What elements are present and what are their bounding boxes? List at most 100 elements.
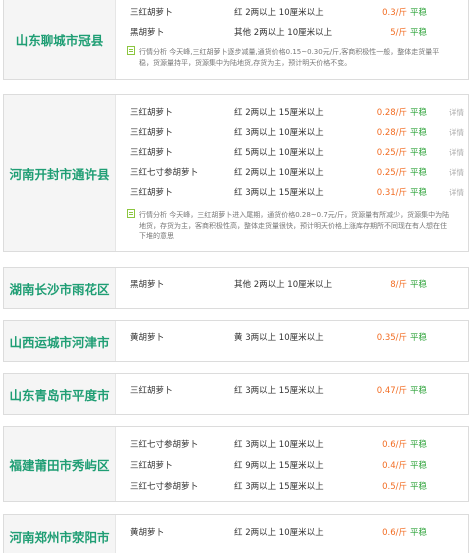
price-row: 黑胡萝卜 其他 2两以上 10厘米以上 8/斤 平稳 — [116, 273, 468, 293]
market-card: 山东青岛市平度市 三红胡萝卜 红 3两以上 15厘米以上 0.47/斤 平稳 — [3, 373, 469, 415]
price-value: 8/斤 — [390, 280, 407, 290]
variety-name: 三红七寸参胡萝卜 — [130, 440, 199, 450]
price-row: 黄胡萝卜 红 2两以上 10厘米以上 0.6/斤 平稳 — [116, 521, 468, 541]
region-name-cell: 河南郑州市荥阳市 — [4, 515, 116, 553]
note-line: 地货，存货为主，客商积极性高，整体走货量很快，预计明天价格上涨库存期所不同现在有… — [139, 221, 447, 230]
trend-label: 平稳 — [410, 28, 428, 38]
market-card: 河南开封市通许县 三红胡萝卜 红 2两以上 15厘米以上 0.28/斤 平稳 详… — [3, 94, 469, 252]
price-value: 0.35/斤 — [376, 333, 407, 343]
trend-label: 平稳 — [410, 386, 428, 396]
price-row: 三红胡萝卜 红 2两以上 10厘米以上 0.3/斤 平稳 — [116, 1, 468, 21]
price-value: 0.25/斤 — [376, 168, 407, 178]
region-link[interactable]: 湖南长沙市雨花区 — [9, 279, 109, 298]
spec-text: 红 2两以上 10厘米以上 — [234, 8, 324, 18]
spec-text: 红 3两以上 10厘米以上 — [234, 440, 324, 450]
variety-name: 三红胡萝卜 — [130, 188, 173, 198]
trend-label: 平稳 — [410, 461, 428, 471]
variety-name: 三红胡萝卜 — [130, 8, 173, 18]
region-link[interactable]: 山东青岛市平度市 — [9, 385, 109, 404]
price-row: 三红七寸参胡萝卜 红 3两以上 15厘米以上 0.5/斤 平稳 — [116, 475, 468, 495]
price-value: 0.3/斤 — [382, 8, 407, 18]
note-line: 下堆的意思 — [139, 232, 174, 240]
region-name-cell: 山东聊城市冠县 — [4, 0, 116, 79]
region-link[interactable]: 河南郑州市荥阳市 — [9, 527, 109, 546]
market-card: 河南郑州市荥阳市 黄胡萝卜 红 2两以上 10厘米以上 0.6/斤 平稳 — [3, 514, 469, 553]
price-value: 0.47/斤 — [376, 386, 407, 396]
spec-text: 红 3两以上 15厘米以上 — [234, 482, 324, 492]
region-link[interactable]: 山西运城市河津市 — [9, 332, 109, 351]
region-name-cell: 山西运城市河津市 — [4, 321, 116, 361]
market-analysis-note: 行情分析 今天峰，三红胡萝卜进入尾期，通货价格0.28~0.7元/斤，货源量有所… — [127, 209, 458, 242]
price-row: 三红胡萝卜 红 5两以上 10厘米以上 0.25/斤 平稳 详情 — [116, 141, 468, 161]
region-link[interactable]: 福建莆田市秀屿区 — [9, 455, 109, 474]
variety-name: 三红胡萝卜 — [130, 461, 173, 471]
note-icon — [127, 209, 135, 218]
price-row: 黑胡萝卜 其他 2两以上 10厘米以上 5/斤 平稳 — [116, 21, 468, 41]
variety-name: 三红胡萝卜 — [130, 386, 173, 396]
detail-link[interactable]: 详情 — [449, 167, 464, 178]
variety-name: 三红七寸参胡萝卜 — [130, 482, 199, 492]
price-row: 三红胡萝卜 红 2两以上 15厘米以上 0.28/斤 平稳 详情 — [116, 101, 468, 121]
price-row: 黄胡萝卜 黄 3两以上 10厘米以上 0.35/斤 平稳 — [116, 326, 468, 346]
variety-name: 三红胡萝卜 — [130, 108, 173, 118]
price-value: 0.4/斤 — [382, 461, 407, 471]
trend-label: 平稳 — [410, 128, 428, 138]
detail-link[interactable]: 详情 — [449, 187, 464, 198]
detail-link[interactable]: 详情 — [449, 107, 464, 118]
market-card: 山东聊城市冠县 三红胡萝卜 红 2两以上 10厘米以上 0.3/斤 平稳 黑胡萝… — [3, 0, 469, 80]
price-row: 三红胡萝卜 红 3两以上 10厘米以上 0.28/斤 平稳 详情 — [116, 121, 468, 141]
region-name-cell: 山东青岛市平度市 — [4, 374, 116, 414]
price-value: 0.5/斤 — [382, 482, 407, 492]
market-card: 山西运城市河津市 黄胡萝卜 黄 3两以上 10厘米以上 0.35/斤 平稳 — [3, 320, 469, 362]
note-line: 稳，货源量持平，货源集中为陆地货,存货为主，预计明天价格不变。 — [139, 58, 352, 67]
variety-name: 黄胡萝卜 — [130, 333, 165, 343]
spec-text: 红 2两以上 10厘米以上 — [234, 168, 324, 178]
spec-text: 红 5两以上 10厘米以上 — [234, 148, 324, 158]
region-name-cell: 河南开封市通许县 — [4, 95, 116, 251]
trend-label: 平稳 — [410, 108, 428, 118]
trend-label: 平稳 — [410, 280, 428, 290]
price-value: 0.31/斤 — [376, 188, 407, 198]
variety-name: 黄胡萝卜 — [130, 528, 165, 538]
variety-name: 黑胡萝卜 — [130, 28, 165, 38]
trend-label: 平稳 — [410, 440, 428, 450]
price-row: 三红胡萝卜 红 9两以上 15厘米以上 0.4/斤 平稳 — [116, 454, 468, 474]
detail-link[interactable]: 详情 — [449, 127, 464, 138]
price-value: 0.25/斤 — [376, 148, 407, 158]
market-card: 湖南长沙市雨花区 黑胡萝卜 其他 2两以上 10厘米以上 8/斤 平稳 — [3, 267, 469, 309]
variety-name: 三红七寸参胡萝卜 — [130, 168, 199, 178]
note-line: 行情分析 今天峰，三红胡萝卜进入尾期，通货价格0.28~0.7元/斤，货源量有所… — [139, 211, 450, 219]
spec-text: 红 2两以上 10厘米以上 — [234, 528, 324, 538]
spec-text: 红 9两以上 15厘米以上 — [234, 461, 324, 471]
price-row: 三红胡萝卜 红 3两以上 15厘米以上 0.47/斤 平稳 — [116, 379, 468, 399]
trend-label: 平稳 — [410, 528, 428, 538]
market-card: 福建莆田市秀屿区 三红七寸参胡萝卜 红 3两以上 10厘米以上 0.6/斤 平稳… — [3, 426, 469, 502]
detail-link[interactable]: 详情 — [449, 147, 464, 158]
region-name-cell: 福建莆田市秀屿区 — [4, 427, 116, 501]
spec-text: 黄 3两以上 10厘米以上 — [234, 333, 324, 343]
trend-label: 平稳 — [410, 482, 428, 492]
market-analysis-note: 行情分析 今天峰,三红胡萝卜逐步减量,通货价格0.15~0.30元/斤,客商积极… — [127, 46, 458, 68]
variety-name: 黑胡萝卜 — [130, 280, 165, 290]
price-row: 三红七寸参胡萝卜 红 2两以上 10厘米以上 0.25/斤 平稳 详情 — [116, 161, 468, 181]
region-link[interactable]: 山东聊城市冠县 — [16, 30, 104, 49]
trend-label: 平稳 — [410, 148, 428, 158]
spec-text: 红 3两以上 15厘米以上 — [234, 188, 324, 198]
region-link[interactable]: 河南开封市通许县 — [9, 164, 109, 183]
spec-text: 其他 2两以上 10厘米以上 — [234, 28, 333, 38]
trend-label: 平稳 — [410, 333, 428, 343]
price-row: 三红七寸参胡萝卜 红 3两以上 10厘米以上 0.6/斤 平稳 — [116, 433, 468, 453]
spec-text: 红 3两以上 15厘米以上 — [234, 386, 324, 396]
price-row: 三红胡萝卜 红 3两以上 15厘米以上 0.31/斤 平稳 详情 — [116, 181, 468, 201]
variety-name: 三红胡萝卜 — [130, 148, 173, 158]
trend-label: 平稳 — [410, 188, 428, 198]
region-name-cell: 湖南长沙市雨花区 — [4, 268, 116, 308]
variety-name: 三红胡萝卜 — [130, 128, 173, 138]
price-value: 5/斤 — [390, 28, 407, 38]
spec-text: 其他 2两以上 10厘米以上 — [234, 280, 333, 290]
price-value: 0.28/斤 — [376, 108, 407, 118]
trend-label: 平稳 — [410, 168, 428, 178]
price-value: 0.6/斤 — [382, 440, 407, 450]
note-line: 行情分析 今天峰,三红胡萝卜逐步减量,通货价格0.15~0.30元/斤,客商积极… — [139, 48, 440, 56]
trend-label: 平稳 — [410, 8, 428, 18]
